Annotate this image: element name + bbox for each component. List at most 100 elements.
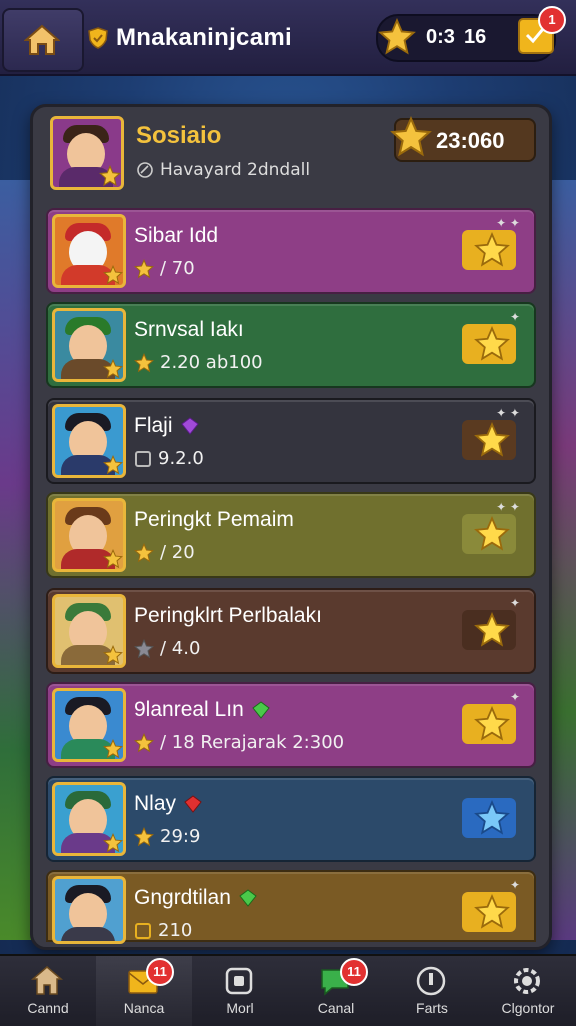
sparkle-icon: ✦ xyxy=(509,596,520,610)
row-title: Sibar Idd xyxy=(134,224,218,248)
settings-icon xyxy=(514,968,540,994)
list-item[interactable]: Srnvsal Iakı 2.20 ab100 ✦ xyxy=(46,302,536,388)
row-subtitle-text: 210 xyxy=(158,920,193,941)
reward-button[interactable] xyxy=(462,704,516,744)
row-subtitle: / 18 Rerajarak 2:300 xyxy=(134,732,344,753)
player-score-value: 23:060 xyxy=(436,128,505,153)
row-title-text: Sibar Idd xyxy=(134,224,219,247)
row-avatar xyxy=(52,404,126,478)
row-title-text: 9lanreal Lın xyxy=(134,698,244,721)
reward-button[interactable] xyxy=(462,610,516,650)
nav-item-chat[interactable]: 11 Canal xyxy=(288,956,384,1026)
row-avatar xyxy=(52,594,126,668)
green-gem-icon xyxy=(239,889,257,907)
row-avatar xyxy=(52,782,126,856)
row-avatar xyxy=(52,688,126,762)
row-subtitle: 29:9 xyxy=(134,826,200,847)
reward-button[interactable] xyxy=(462,420,516,460)
row-title-text: Peringklrt Perlbalakı xyxy=(134,604,322,627)
star-icon xyxy=(103,833,123,853)
box-icon xyxy=(135,450,151,467)
row-subtitle: / 70 xyxy=(134,258,195,279)
list-item[interactable]: Gngrdtilan 210 ✦ xyxy=(46,870,536,944)
star-icon xyxy=(390,116,432,157)
player-score: 23:060 xyxy=(390,116,536,162)
list-item[interactable]: Nlay 29:9 xyxy=(46,776,536,862)
reward-button[interactable] xyxy=(462,230,516,270)
nav-item-home[interactable]: Cannd xyxy=(0,956,96,1026)
sparkle-icon: ✦ xyxy=(509,878,520,892)
sparkle-icon: ✦ ✦ xyxy=(496,406,520,420)
sparkle-icon: ✦ ✦ xyxy=(496,216,520,230)
row-title: Flaji xyxy=(134,414,199,438)
row-subtitle-text: / 18 Rerajarak 2:300 xyxy=(160,732,345,753)
row-subtitle: / 4.0 xyxy=(134,638,200,659)
title-area: Mnakaninjcami xyxy=(88,22,292,54)
row-subtitle-text: / 20 xyxy=(160,542,195,563)
star-icon xyxy=(103,645,123,665)
nav-item-box[interactable]: Morl xyxy=(192,956,288,1026)
star-icon xyxy=(474,894,510,929)
row-subtitle-text: 9.2.0 xyxy=(158,448,204,469)
row-avatar xyxy=(52,498,126,572)
row-avatar xyxy=(52,308,126,382)
sparkle-icon: ✦ ✦ xyxy=(496,500,520,514)
nav-label: Morl xyxy=(226,1000,254,1016)
star-icon xyxy=(474,422,510,457)
star-icon xyxy=(99,165,121,187)
nav-item-info[interactable]: Farts xyxy=(384,956,480,1026)
notification-badge: 11 xyxy=(146,958,174,986)
list-item[interactable]: Sibar Idd / 70 ✦ ✦ xyxy=(46,208,536,294)
player-name: Sosiaio xyxy=(136,122,222,149)
nav-label: Canal xyxy=(317,1000,355,1016)
star-icon xyxy=(103,549,123,569)
currency-value-a: 0:3 xyxy=(426,26,455,48)
nav-label: Cannd xyxy=(27,1000,69,1016)
sparkle-icon: ✦ xyxy=(509,690,520,704)
star-icon xyxy=(378,18,416,55)
reward-button[interactable] xyxy=(462,892,516,932)
currency-value-b: 16 xyxy=(464,26,487,48)
reward-button[interactable] xyxy=(462,798,516,838)
row-title-text: Flaji xyxy=(134,414,173,437)
tasks-button[interactable]: 1 xyxy=(518,6,566,54)
row-title: Srnvsal Iakı xyxy=(134,318,244,342)
red-gem-icon xyxy=(184,795,202,813)
edit-icon xyxy=(137,162,153,178)
star-icon xyxy=(474,232,510,267)
nav-item-mail[interactable]: 11 Nanca xyxy=(96,956,192,1026)
star-icon xyxy=(103,739,123,759)
sparkle-icon: ✦ xyxy=(509,310,520,324)
top-bar: Mnakaninjcami 0:3 16 1 xyxy=(0,0,576,76)
row-subtitle: / 20 xyxy=(134,542,195,563)
list-item[interactable]: Flaji 9.2.0 ✦ ✦ xyxy=(46,398,536,484)
player-avatar[interactable] xyxy=(50,116,124,190)
star-icon xyxy=(134,826,154,846)
row-title-text: Gngrdtilan xyxy=(134,886,231,909)
reward-button[interactable] xyxy=(462,324,516,364)
notification-badge: 1 xyxy=(538,6,566,34)
home-icon xyxy=(30,966,64,995)
list-item[interactable]: Peringkt Pemaim / 20 ✦ ✦ xyxy=(46,492,536,578)
row-title: Gngrdtilan xyxy=(134,886,257,910)
row-title: Peringkt Pemaim xyxy=(134,508,294,532)
row-avatar xyxy=(52,876,126,944)
row-subtitle-text: / 4.0 xyxy=(160,638,201,659)
star-icon xyxy=(474,800,510,835)
star-icon xyxy=(474,516,510,551)
list-item[interactable]: 9lanreal Lın / 18 Rerajarak 2:300 ✦ xyxy=(46,682,536,768)
info-icon xyxy=(416,966,446,996)
row-subtitle-text: 29:9 xyxy=(160,826,201,847)
reward-button[interactable] xyxy=(462,514,516,554)
list-item[interactable]: Peringklrt Perlbalakı / 4.0 ✦ xyxy=(46,588,536,674)
box-icon xyxy=(225,967,253,995)
row-subtitle: 9.2.0 xyxy=(134,448,204,469)
player-subtitle: Havayard 2dndall xyxy=(136,160,310,180)
star-icon xyxy=(474,612,510,647)
nav-item-settings[interactable]: Clgontor xyxy=(480,956,576,1026)
home-button[interactable] xyxy=(2,8,84,72)
star-icon xyxy=(134,258,154,278)
row-subtitle-text: 2.20 ab100 xyxy=(160,352,263,373)
app-title: Mnakaninjcami xyxy=(116,24,292,51)
star-icon xyxy=(103,455,123,475)
